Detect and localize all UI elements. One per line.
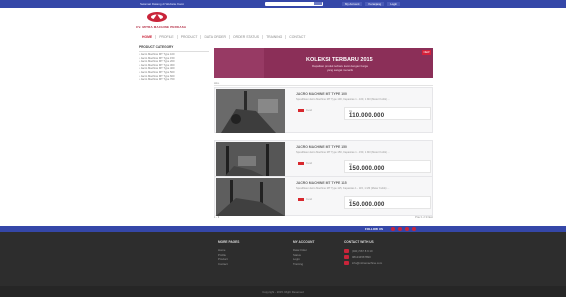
pagination: 1 - 3 Prev 1 2 3 Next [214, 216, 433, 219]
google-plus-icon[interactable] [405, 227, 409, 231]
banner-decoration [214, 48, 264, 78]
product-price: 110.000.000 [349, 113, 385, 119]
nav-order-status[interactable]: ORDER STATUS [230, 35, 264, 39]
nav-training[interactable]: TRAINING [263, 35, 287, 39]
product-price: 150.000.000 [349, 202, 385, 208]
welcome-text: Selamat Datang di Website Kami [140, 2, 184, 6]
main-nav: HOME PROFILE PRODUCT DATA ORDER ORDER ST… [139, 35, 308, 39]
category-item[interactable]: Jacro Machine MT Type 700 [139, 78, 209, 82]
product-image[interactable] [216, 89, 285, 133]
detail-button[interactable] [298, 198, 304, 201]
twitter-icon[interactable] [398, 227, 402, 231]
product-price: 150.000.000 [349, 166, 385, 172]
contact-email: info@mitramachine.com [344, 260, 382, 266]
my-account-link[interactable]: My Account [342, 1, 363, 6]
new-badge: NEW [422, 50, 431, 55]
cart-link[interactable]: Keranjang [365, 1, 385, 6]
footer-link[interactable]: Contact [218, 262, 239, 267]
product-name[interactable]: JACRO MACHINE MT TYPE 100 [296, 92, 347, 96]
detail-label[interactable]: Detail [306, 162, 312, 165]
product-image[interactable] [216, 178, 285, 216]
footer-heading: MY ACCOUNT [293, 240, 315, 244]
promo-banner[interactable]: KOLEKSI TERBARU 2015 Dapatkan produk ter… [214, 48, 433, 78]
product-desc: Spesifikasi Jacro Machine MT Type 150, K… [296, 151, 390, 154]
search-button[interactable] [314, 2, 322, 6]
price-box: Rp 150.000.000 [344, 160, 431, 173]
facebook-icon[interactable] [391, 227, 395, 231]
banner-title: KOLEKSI TERBARU 2015 [306, 57, 373, 63]
pagination-links[interactable]: Prev 1 2 3 Next [415, 216, 433, 219]
top-bar: Selamat Datang di Website Kami My Accoun… [0, 0, 566, 8]
product-desc: Spesifikasi Jacro Machine MT Type 115, K… [296, 187, 390, 190]
sidebar-title: PRODUCT CATEGORY [139, 45, 209, 52]
footer-my-account: MY ACCOUNT Data Order Status Login Train… [293, 240, 314, 266]
contact-text: 081234567890 [352, 254, 371, 259]
copyright-text: Copyright - 2015. Right Reserved [262, 290, 304, 294]
product-card[interactable]: JACRO MACHINE MT TYPE 115 Spesifikasi Ja… [214, 176, 433, 216]
pagination-count: 1 - 3 [214, 216, 220, 219]
follow-label: FOLLOW US [365, 227, 383, 232]
nav-data-order[interactable]: DATA ORDER [201, 35, 231, 39]
detail-button[interactable] [298, 109, 304, 112]
footer-more-pages: MORE PAGES Home Profile Product Contact [218, 240, 239, 266]
detail-button[interactable] [298, 162, 304, 165]
nav-contact[interactable]: CONTACT [286, 35, 308, 39]
price-box: Rp 110.000.000 [344, 107, 431, 120]
youtube-icon[interactable] [412, 227, 416, 231]
login-link[interactable]: Login [387, 1, 401, 6]
nav-home[interactable]: HOME [139, 35, 157, 39]
price-box: Rp 150.000.000 [344, 196, 431, 209]
brand-logo[interactable] [145, 11, 169, 23]
product-card[interactable]: JACRO MACHINE MT TYPE 100 Spesifikasi Ja… [214, 87, 433, 133]
nav-product[interactable]: PRODUCT [178, 35, 202, 39]
nav-profile[interactable]: PROFILE [156, 35, 178, 39]
footer-heading: MORE PAGES [218, 240, 240, 244]
footer-link[interactable]: Training [293, 262, 314, 267]
mobile-icon [344, 255, 349, 259]
product-name[interactable]: JACRO MACHINE MT TYPE 115 [296, 181, 347, 185]
footer-contact: CONTACT WITH US (021) 567 8 9 10 0812345… [344, 240, 382, 266]
contact-text: (021) 567 8 9 10 [352, 248, 373, 253]
detail-label[interactable]: Detail [306, 198, 312, 201]
detail-label[interactable]: Detail [306, 109, 312, 112]
footer-heading: CONTACT WITH US [344, 240, 374, 244]
product-desc: Spesifikasi Jacro Machine MT Type 100, K… [296, 98, 390, 101]
category-sidebar: PRODUCT CATEGORY Jacro Machine MT Type 1… [139, 45, 209, 82]
divider [214, 85, 433, 86]
contact-text[interactable]: info@mitramachine.com [352, 261, 382, 266]
top-links: My Account Keranjang Login [342, 1, 401, 6]
product-name[interactable]: JACRO MACHINE MT TYPE 150 [296, 145, 347, 149]
brand-name: CV. MITRA MACHINE PERKASA [136, 25, 187, 29]
banner-subtitle: Dapatkan produk terbaru kami dengan harg… [312, 64, 368, 72]
phone-icon [344, 249, 349, 253]
mail-icon [344, 261, 349, 265]
